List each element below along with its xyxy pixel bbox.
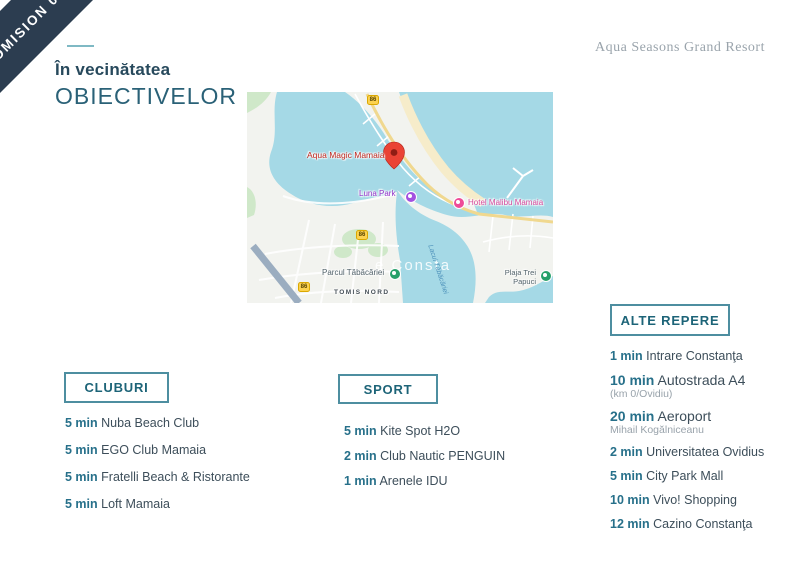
- poi-name: Nuba Beach Club: [101, 416, 199, 430]
- title-divider: [67, 45, 94, 47]
- list-item: 5 min Kite Spot H2O: [344, 424, 505, 438]
- poi-name: Intrare Constanţa: [646, 349, 743, 363]
- poi-name: Kite Spot H2O: [380, 424, 460, 438]
- poi-name: Cazino Constanţa: [653, 517, 752, 531]
- poi-name: Loft Mamaia: [101, 497, 170, 511]
- poi-name: EGO Club Mamaia: [101, 443, 206, 457]
- poi-name: Autostrada A4: [657, 372, 745, 388]
- list-item: 2 min Club Nautic PENGUIN: [344, 449, 505, 463]
- list-item: 20 min Aeroport Mihail Kogălniceanu: [610, 408, 764, 436]
- travel-time: 5 min: [610, 469, 643, 483]
- location-map: e Consta Lacul Tăbăcăriei 86 86 86 Aqua …: [247, 92, 553, 303]
- map-label-aqua-magic: Aqua Magic Mamaia: [307, 150, 384, 160]
- park-poi-icon: [389, 268, 401, 280]
- poi-subtext: (km 0/Ovidiu): [610, 388, 764, 400]
- list-item: 2 min Universitatea Ovidius: [610, 444, 764, 460]
- poi-name: Arenele IDU: [379, 474, 447, 488]
- page-title-line1: În vecinătatea: [55, 60, 237, 80]
- poi-name: Universitatea Ovidius: [646, 445, 764, 459]
- travel-time: 5 min: [65, 416, 98, 430]
- map-label-plaja-line2: Papuci: [496, 277, 536, 286]
- travel-time: 10 min: [610, 372, 654, 388]
- list-sport: 5 min Kite Spot H2O 2 min Club Nautic PE…: [344, 424, 505, 499]
- section-header-alte-repere: ALTE REPERE: [610, 304, 730, 336]
- list-item: 1 min Intrare Constanţa: [610, 348, 764, 364]
- travel-time: 1 min: [344, 474, 377, 488]
- list-item: 5 min Nuba Beach Club: [65, 416, 250, 430]
- travel-time: 5 min: [65, 497, 98, 511]
- poi-subtext: Mihail Kogălniceanu: [610, 424, 764, 436]
- section-title-alte-repere: ALTE REPERE: [621, 313, 720, 328]
- travel-time: 1 min: [610, 349, 643, 363]
- section-title-cluburi: CLUBURI: [84, 380, 148, 395]
- travel-time: 2 min: [344, 449, 377, 463]
- map-label-tomis-nord: TOMIS NORD: [334, 289, 389, 296]
- hotel-poi-icon: [453, 197, 465, 209]
- section-title-sport: SPORT: [364, 382, 413, 397]
- travel-time: 5 min: [65, 470, 98, 484]
- travel-time: 20 min: [610, 408, 654, 424]
- map-label-hotel-malibu: Hotel Malibu Mamaia: [468, 198, 543, 207]
- list-item: 5 min Fratelli Beach & Ristorante: [65, 470, 250, 484]
- travel-time: 2 min: [610, 445, 643, 459]
- page-title-line2: OBIECTIVELOR: [55, 83, 237, 110]
- list-item: 5 min Loft Mamaia: [65, 497, 250, 511]
- poi-name: Vivo! Shopping: [653, 493, 737, 507]
- list-item: 1 min Arenele IDU: [344, 474, 505, 488]
- section-header-cluburi: CLUBURI: [64, 372, 169, 403]
- list-alte-repere: 1 min Intrare Constanţa 10 min Autostrad…: [610, 348, 764, 540]
- list-item: 5 min City Park Mall: [610, 468, 764, 484]
- road-badge-icon: 86: [298, 282, 310, 292]
- map-label-plaja-trei-papuci: Plaja Trei Papuci: [496, 268, 536, 286]
- road-badge-icon: 86: [367, 95, 379, 105]
- poi-name: City Park Mall: [646, 469, 723, 483]
- map-label-parcul-tabacariei: Parcul Tăbăcăriei: [322, 268, 384, 277]
- map-label-luna-park: Luna Park: [359, 189, 395, 198]
- amusement-park-poi-icon: [405, 191, 417, 203]
- list-cluburi: 5 min Nuba Beach Club 5 min EGO Club Mam…: [65, 416, 250, 524]
- road-badge-icon: 86: [356, 230, 368, 240]
- poi-name: Aeroport: [657, 408, 711, 424]
- poi-name: Club Nautic PENGUIN: [380, 449, 505, 463]
- travel-time: 5 min: [65, 443, 98, 457]
- brochure-page: COMISION 0% Aqua Seasons Grand Resort În…: [0, 0, 796, 563]
- beach-poi-icon: [540, 270, 552, 282]
- list-item: 12 min Cazino Constanţa: [610, 516, 764, 532]
- brand-name: Aqua Seasons Grand Resort: [595, 40, 765, 56]
- travel-time: 12 min: [610, 517, 650, 531]
- list-item: 5 min EGO Club Mamaia: [65, 443, 250, 457]
- list-item: 10 min Vivo! Shopping: [610, 492, 764, 508]
- travel-time: 5 min: [344, 424, 377, 438]
- poi-name: Fratelli Beach & Ristorante: [101, 470, 250, 484]
- map-label-plaja-line1: Plaja Trei: [496, 268, 536, 277]
- section-header-sport: SPORT: [338, 374, 438, 404]
- list-item: 10 min Autostrada A4 (km 0/Ovidiu): [610, 372, 764, 400]
- page-title: În vecinătatea OBIECTIVELOR: [55, 60, 237, 110]
- travel-time: 10 min: [610, 493, 650, 507]
